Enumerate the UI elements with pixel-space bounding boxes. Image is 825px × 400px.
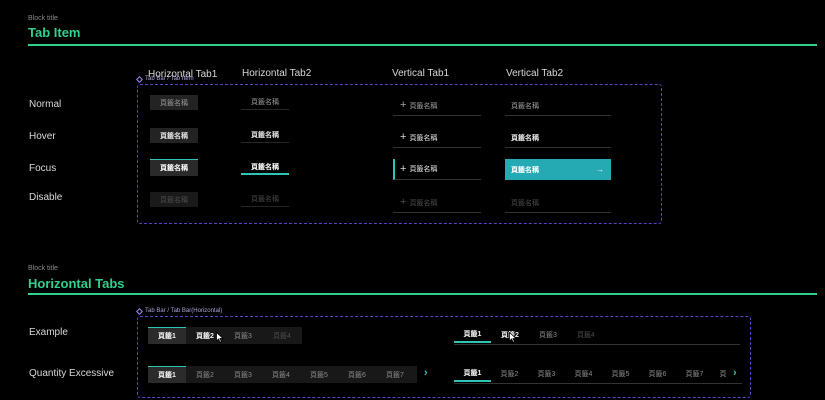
htab2-focus[interactable]: 頁籤名稱 (241, 160, 289, 175)
column-header-horizontal-tab2: Horizontal Tab2 (242, 68, 312, 79)
htab2-normal[interactable]: 頁籤名稱 (241, 95, 289, 110)
htab1-normal[interactable]: 頁籤名稱 (150, 95, 198, 110)
section-title-horizontal-tabs: Horizontal Tabs (28, 276, 125, 291)
vtab-label: 頁籤名稱 (409, 166, 438, 173)
tab-2[interactable]: 頁籤2 (186, 366, 224, 383)
tab-6[interactable]: 頁籤6 (639, 366, 676, 382)
example-underline-tab-bar: 頁籤1 頁籤2 頁籤3 頁籤4 (454, 327, 740, 345)
block-caption: Block title (28, 265, 58, 272)
tab-4: 頁籤4 (273, 332, 291, 340)
section-divider (28, 44, 817, 46)
plus-icon: + (400, 99, 407, 111)
vtab-label: 頁籤名稱 (511, 134, 539, 142)
plus-icon: + (400, 196, 407, 208)
htab2-disable: 頁籤名稱 (241, 192, 289, 207)
component-diamond-icon (135, 75, 144, 83)
vtab2-hover[interactable]: 頁籤名稱 (505, 128, 611, 148)
tab-3[interactable]: 頁籤3 (528, 366, 565, 382)
mouse-pointer-icon (509, 332, 517, 343)
vtab1-hover[interactable]: + 頁籤名稱 (393, 128, 481, 148)
section-title-tab-item: Tab Item (28, 25, 81, 40)
tab-3[interactable]: 頁籤3 (224, 366, 262, 383)
tab-5[interactable]: 頁籤5 (602, 366, 639, 382)
vtab-label: 頁籤名稱 (511, 102, 539, 110)
tab-6[interactable]: 頁籤6 (338, 366, 376, 383)
tab-3[interactable]: 頁籤3 (224, 327, 262, 344)
vtab1-normal[interactable]: + 頁籤名稱 (393, 96, 481, 116)
vtab2-focus[interactable]: 頁籤名稱 → (505, 159, 611, 180)
tab-1[interactable]: 頁籤1 (454, 327, 491, 343)
component-label: Tab Bar / Tab Item (135, 75, 194, 83)
mouse-pointer-icon (216, 332, 224, 343)
tab-1[interactable]: 頁籤1 (148, 327, 186, 344)
block-caption: Block title (28, 15, 58, 22)
chevron-right-icon[interactable]: › (424, 367, 428, 379)
arrow-right-icon: → (596, 165, 604, 174)
tab-1[interactable]: 頁籤1 (454, 366, 491, 382)
tab-4[interactable]: 頁籤4 (262, 366, 300, 383)
tab-8-partial[interactable]: 頁 (713, 366, 733, 382)
vtab-label: 頁籤名稱 (409, 102, 438, 110)
vtab-label: 頁籤名稱 (409, 134, 438, 142)
component-label-text: Tab Bar / Tab Bar(Horizontal) (145, 308, 223, 314)
row-label-quantity-excessive: Quantity Excessive (29, 368, 115, 379)
row-label-example: Example (29, 327, 68, 338)
chevron-right-icon[interactable]: › (733, 367, 737, 379)
htab2-hover[interactable]: 頁籤名稱 (241, 128, 289, 143)
tab-3[interactable]: 頁籤3 (529, 327, 567, 343)
row-label-disable: Disable (29, 192, 63, 203)
row-label-hover: Hover (29, 131, 56, 142)
component-label: Tab Bar / Tab Bar(Horizontal) (135, 307, 223, 315)
excessive-boxed-tab-bar: 頁籤1 頁籤2 頁籤3 頁籤4 頁籤5 頁籤6 頁籤7 (148, 366, 417, 383)
column-header-vertical-tab1: Vertical Tab1 (392, 68, 450, 79)
row-label-normal: Normal (29, 99, 62, 110)
tab-7[interactable]: 頁籤7 (676, 366, 713, 382)
vtab2-normal[interactable]: 頁籤名稱 (505, 96, 611, 116)
vtab-label: 頁籤名稱 (409, 199, 438, 207)
vtab-label: 頁籤名稱 (511, 199, 539, 207)
htab1-disable: 頁籤名稱 (150, 192, 198, 207)
plus-icon: + (400, 162, 407, 175)
excessive-underline-tab-bar: 頁籤1 頁籤2 頁籤3 頁籤4 頁籤5 頁籤6 頁籤7 頁 (454, 366, 742, 384)
vtab1-disable: + 頁籤名稱 (393, 193, 481, 213)
tab-1[interactable]: 頁籤1 (148, 366, 186, 383)
htab1-hover[interactable]: 頁籤名稱 (150, 128, 198, 143)
row-label-focus: Focus (29, 163, 57, 174)
tab-4: 頁籤4 (577, 332, 595, 339)
htab1-focus[interactable]: 頁籤名稱 (150, 159, 198, 176)
vtab-label: 頁籤名稱 (511, 166, 539, 174)
component-diamond-icon (135, 307, 144, 315)
component-label-text: Tab Bar / Tab Item (145, 76, 194, 82)
tab-2[interactable]: 頁籤2 (491, 366, 528, 382)
section-divider (28, 293, 817, 295)
tab-5[interactable]: 頁籤5 (300, 366, 338, 383)
vtab2-disable: 頁籤名稱 (505, 193, 611, 213)
tab-7[interactable]: 頁籤7 (376, 366, 414, 383)
vtab1-focus[interactable]: + 頁籤名稱 (393, 159, 481, 180)
tab-4[interactable]: 頁籤4 (565, 366, 602, 382)
plus-icon: + (400, 131, 407, 143)
column-header-vertical-tab2: Vertical Tab2 (506, 68, 564, 79)
example-boxed-tab-bar: 頁籤1 頁籤2 頁籤3 頁籤4 (148, 327, 302, 344)
